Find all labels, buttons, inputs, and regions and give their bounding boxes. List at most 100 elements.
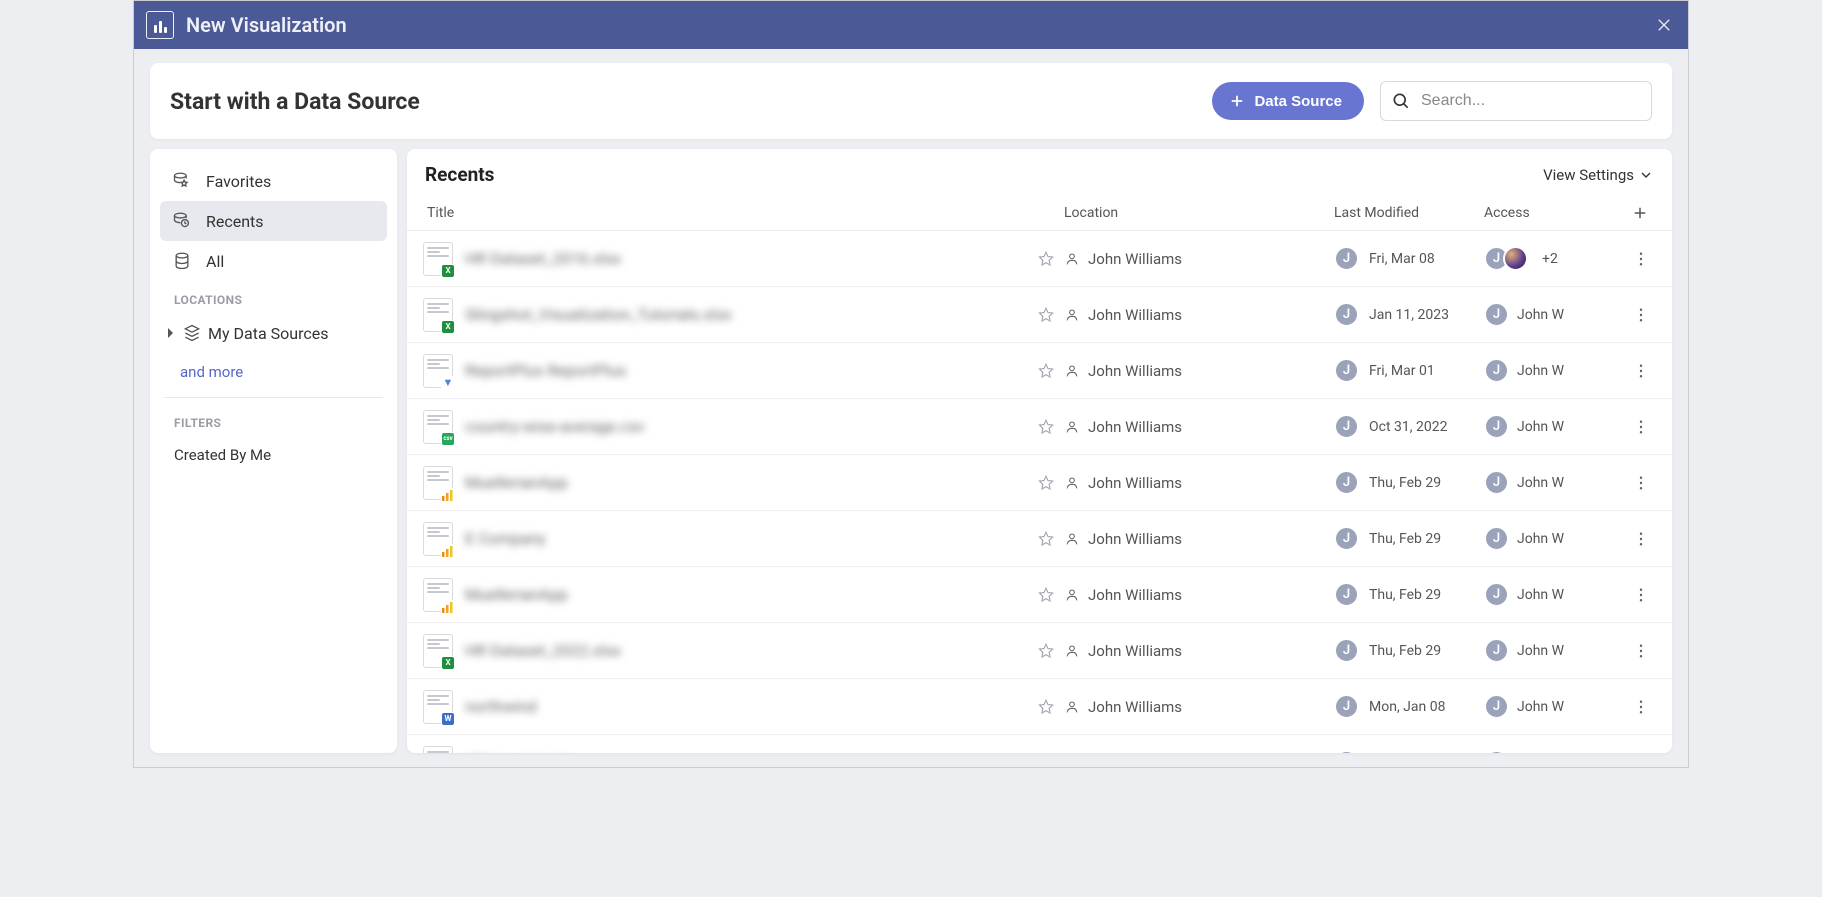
sidebar-more-link[interactable]: and more <box>160 353 387 391</box>
kebab-menu-icon <box>1632 362 1650 380</box>
row-menu-button[interactable] <box>1626 586 1656 604</box>
last-modified-cell: JThu, Feb 29 <box>1334 638 1484 663</box>
table-row[interactable]: MuellerianAppJohn WilliamsJThu, Feb 29JJ… <box>407 567 1672 623</box>
add-data-source-button[interactable]: Data Source <box>1212 82 1364 120</box>
avatar: J <box>1484 750 1509 753</box>
last-modified-cell: JMon, Jan 08 <box>1334 694 1484 719</box>
avatar: J <box>1484 526 1509 551</box>
favorite-toggle[interactable] <box>1028 698 1064 716</box>
favorite-toggle[interactable] <box>1028 418 1064 436</box>
last-modified-cell: JFri, Mar 08 <box>1334 246 1484 271</box>
column-location[interactable]: Location <box>1064 205 1334 221</box>
add-column-button[interactable] <box>1624 204 1656 222</box>
access-cell: JJohn W <box>1484 414 1624 439</box>
file-name: MuellerianApp <box>465 585 568 604</box>
last-modified-cell: JJan 11, 2023 <box>1334 302 1484 327</box>
row-menu-button[interactable] <box>1626 474 1656 492</box>
sidebar-item-favorites[interactable]: Favorites <box>160 161 387 201</box>
row-menu-button[interactable] <box>1626 306 1656 324</box>
search-field[interactable] <box>1380 81 1652 121</box>
table-row[interactable]: ▼ReportPlus ReportPlusJohn WilliamsJFri,… <box>407 343 1672 399</box>
row-menu-button[interactable] <box>1626 250 1656 268</box>
avatar: J <box>1334 414 1359 439</box>
view-settings-label: View Settings <box>1543 166 1634 184</box>
close-icon <box>1655 16 1673 34</box>
star-outline-icon <box>1037 474 1055 492</box>
file-info: FPlans_data_f <box>423 746 1028 754</box>
file-name: Slingshot_Visualization_Tutorials.xlsx <box>465 305 732 324</box>
sidebar-item-label: Favorites <box>206 172 271 191</box>
sidebar-item-label: All <box>206 252 224 271</box>
access-cell: J+2 <box>1484 246 1624 271</box>
kebab-menu-icon <box>1632 474 1650 492</box>
star-outline-icon <box>1037 642 1055 660</box>
file-icon <box>423 522 453 556</box>
column-title[interactable]: Title <box>423 205 1028 221</box>
file-type-badge: X <box>441 264 455 278</box>
favorite-toggle[interactable] <box>1028 474 1064 492</box>
file-icon <box>423 466 453 500</box>
column-access[interactable]: Access <box>1484 205 1624 221</box>
last-modified-cell: JJul 11, 2022 <box>1334 750 1484 753</box>
avatar: J <box>1334 470 1359 495</box>
table-row[interactable]: XHR Dataset_2022.xlsxJohn WilliamsJThu, … <box>407 623 1672 679</box>
file-type-badge <box>441 600 455 614</box>
avatar: J <box>1484 414 1509 439</box>
favorite-toggle[interactable] <box>1028 306 1064 324</box>
file-name: country-wise-average.csv <box>465 417 645 436</box>
row-menu-button[interactable] <box>1626 418 1656 436</box>
person-icon <box>1064 643 1080 659</box>
location-cell: John Williams <box>1064 418 1334 436</box>
row-menu-button[interactable] <box>1626 642 1656 660</box>
table-row[interactable]: XHR Dataset_2016.xlsxJohn WilliamsJFri, … <box>407 231 1672 287</box>
table-row[interactable]: MuellerianAppJohn WilliamsJThu, Feb 29JJ… <box>407 455 1672 511</box>
favorite-toggle[interactable] <box>1028 530 1064 548</box>
favorite-toggle[interactable] <box>1028 250 1064 268</box>
file-info: Wnorthwind <box>423 690 1028 724</box>
table-row[interactable]: XSlingshot_Visualization_Tutorials.xlsxJ… <box>407 287 1672 343</box>
table-row[interactable]: WnorthwindJohn WilliamsJMon, Jan 08JJohn… <box>407 679 1672 735</box>
person-icon <box>1064 419 1080 435</box>
file-info: csv country-wise-average.csv <box>423 410 1028 444</box>
sidebar-item-recents[interactable]: Recents <box>160 201 387 241</box>
chevron-right-icon <box>166 327 176 339</box>
sidebar-location-my-data-sources[interactable]: My Data Sources <box>160 313 387 353</box>
favorite-toggle[interactable] <box>1028 642 1064 660</box>
search-icon <box>1391 91 1411 111</box>
filter-created-by-me[interactable]: Created By Me <box>160 436 387 474</box>
view-settings-dropdown[interactable]: View Settings <box>1543 166 1654 184</box>
close-button[interactable] <box>1650 11 1678 39</box>
row-menu-button[interactable] <box>1626 530 1656 548</box>
person-icon <box>1064 475 1080 491</box>
person-icon <box>1064 363 1080 379</box>
sidebar-item-all[interactable]: All <box>160 241 387 281</box>
recents-icon <box>172 211 192 231</box>
row-menu-button[interactable] <box>1626 698 1656 716</box>
star-outline-icon <box>1037 530 1055 548</box>
sidebar-item-label: Recents <box>206 212 264 231</box>
search-input[interactable] <box>1421 92 1641 110</box>
table-row[interactable]: csv country-wise-average.csv John Williams… <box>407 399 1672 455</box>
table-row[interactable]: E CompanyJohn WilliamsJThu, Feb 29JJohn … <box>407 511 1672 567</box>
add-data-source-label: Data Source <box>1254 93 1342 110</box>
table-row[interactable]: FPlans_data_fJohn WilliamsJJul 11, 2022J… <box>407 735 1672 753</box>
row-menu-button[interactable] <box>1626 362 1656 380</box>
file-info: XHR Dataset_2016.xlsx <box>423 242 1028 276</box>
file-icon <box>423 746 453 754</box>
plus-icon <box>1228 92 1246 110</box>
kebab-menu-icon <box>1632 586 1650 604</box>
file-icon: csv <box>423 410 453 444</box>
favorite-toggle[interactable] <box>1028 362 1064 380</box>
person-icon <box>1064 531 1080 547</box>
location-cell: John Williams <box>1064 362 1334 380</box>
avatar: J <box>1484 638 1509 663</box>
window-title: New Visualization <box>186 13 347 37</box>
avatar: J <box>1334 358 1359 383</box>
star-outline-icon <box>1037 306 1055 324</box>
column-last-modified[interactable]: Last Modified <box>1334 205 1484 221</box>
file-info: MuellerianApp <box>423 466 1028 500</box>
data-source-list[interactable]: XHR Dataset_2016.xlsx John Williams JFri, … <box>407 231 1672 753</box>
file-type-badge: csv <box>441 432 455 446</box>
file-info: E Company <box>423 522 1028 556</box>
favorite-toggle[interactable] <box>1028 586 1064 604</box>
